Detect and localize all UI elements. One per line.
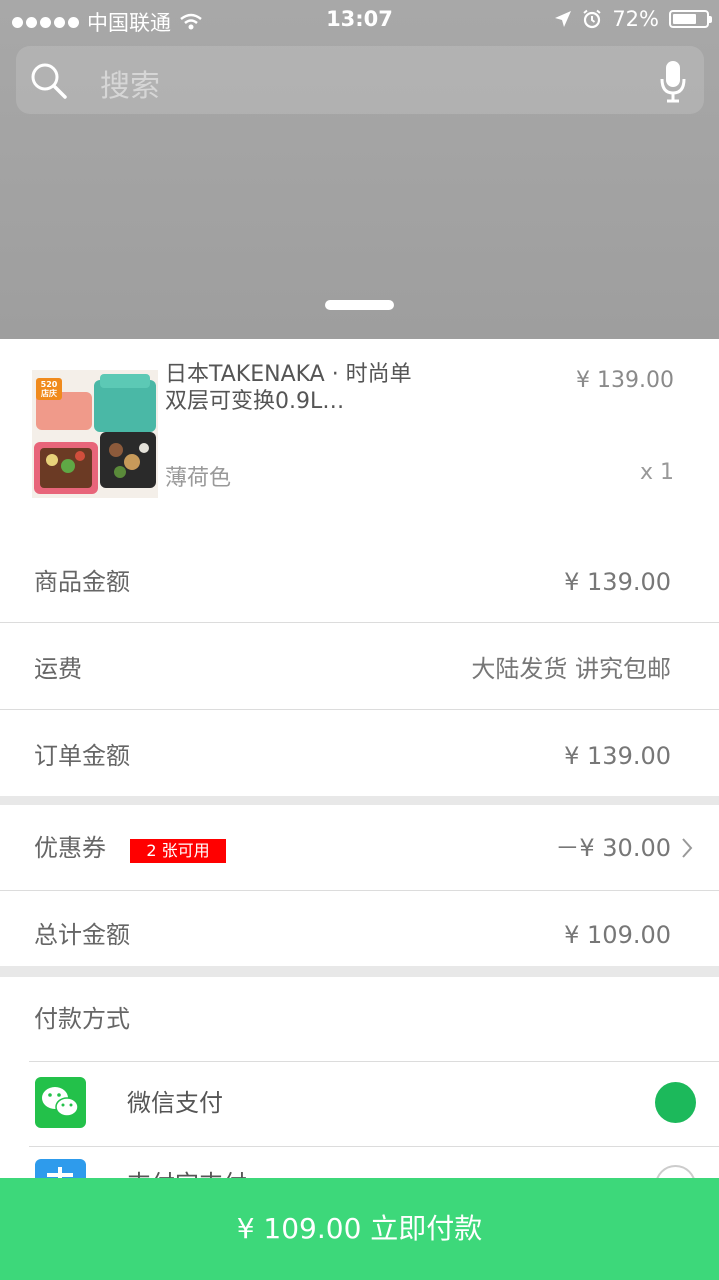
battery-percent: 72% bbox=[612, 7, 659, 31]
total-row: 总计金额 ¥ 109.00 bbox=[0, 892, 719, 966]
payment-section-label: 付款方式 bbox=[34, 1005, 130, 1033]
alarm-icon bbox=[583, 9, 601, 29]
goods-amount-label: 商品金额 bbox=[34, 568, 130, 596]
checkout-sheet: 520 店庆 日本TAKENAKA · 时尚单双层可变换0.9L… ¥ 139.… bbox=[0, 339, 719, 1280]
search-icon bbox=[31, 63, 67, 99]
product-quantity: x 1 bbox=[639, 460, 674, 485]
section-gap bbox=[0, 796, 719, 805]
shipping-label: 运费 bbox=[34, 655, 82, 683]
battery-icon bbox=[669, 10, 712, 28]
shipping-row: 运费 大陆发货 讲究包邮 bbox=[0, 626, 719, 712]
order-amount-value: ¥ 139.00 bbox=[564, 742, 671, 770]
order-amount-label: 订单金额 bbox=[34, 742, 130, 770]
section-gap bbox=[0, 966, 719, 977]
search-placeholder[interactable]: 搜索 bbox=[100, 61, 160, 105]
payment-section-header: 付款方式 bbox=[0, 977, 719, 1061]
coupon-label: 优惠券 bbox=[34, 834, 106, 862]
order-amount-row: 订单金额 ¥ 139.00 bbox=[0, 713, 719, 799]
coupon-available-badge: 2 张可用 bbox=[130, 839, 226, 863]
radio-selected[interactable] bbox=[655, 1082, 696, 1123]
payment-option-label: 微信支付 bbox=[127, 1089, 223, 1117]
sheet-drag-handle[interactable] bbox=[325, 300, 394, 310]
divider bbox=[0, 890, 719, 891]
coupon-row[interactable]: 优惠券 2 张可用 －¥ 30.00 bbox=[0, 806, 719, 890]
battery-level-fill bbox=[673, 14, 696, 24]
payment-option-wechat[interactable]: 微信支付 bbox=[0, 1062, 719, 1147]
chevron-right-icon bbox=[682, 838, 693, 858]
search-bar[interactable]: 搜索 bbox=[16, 46, 704, 114]
pay-now-button[interactable]: ¥ 109.00 立即付款 bbox=[0, 1178, 719, 1280]
dimmed-background[interactable]: 中国联通 13:07 72% 搜索 bbox=[0, 0, 719, 339]
product-image: 520 店庆 bbox=[32, 370, 158, 498]
goods-amount-value: ¥ 139.00 bbox=[564, 568, 671, 596]
status-bar: 中国联通 13:07 72% bbox=[0, 0, 719, 40]
coupon-discount-value: －¥ 30.00 bbox=[555, 834, 671, 862]
product-image-badge: 520 店庆 bbox=[40, 380, 58, 398]
wechat-icon bbox=[35, 1077, 86, 1128]
product-price: ¥ 139.00 bbox=[576, 368, 674, 393]
location-arrow-icon bbox=[555, 11, 572, 27]
product-variant: 薄荷色 bbox=[165, 466, 232, 491]
product-title[interactable]: 日本TAKENAKA · 时尚单双层可变换0.9L… bbox=[165, 361, 415, 415]
microphone-icon[interactable] bbox=[660, 59, 686, 103]
divider bbox=[0, 622, 719, 623]
divider bbox=[0, 709, 719, 710]
goods-amount-row: 商品金额 ¥ 139.00 bbox=[0, 539, 719, 625]
shipping-value: 大陆发货 讲究包邮 bbox=[471, 655, 671, 683]
